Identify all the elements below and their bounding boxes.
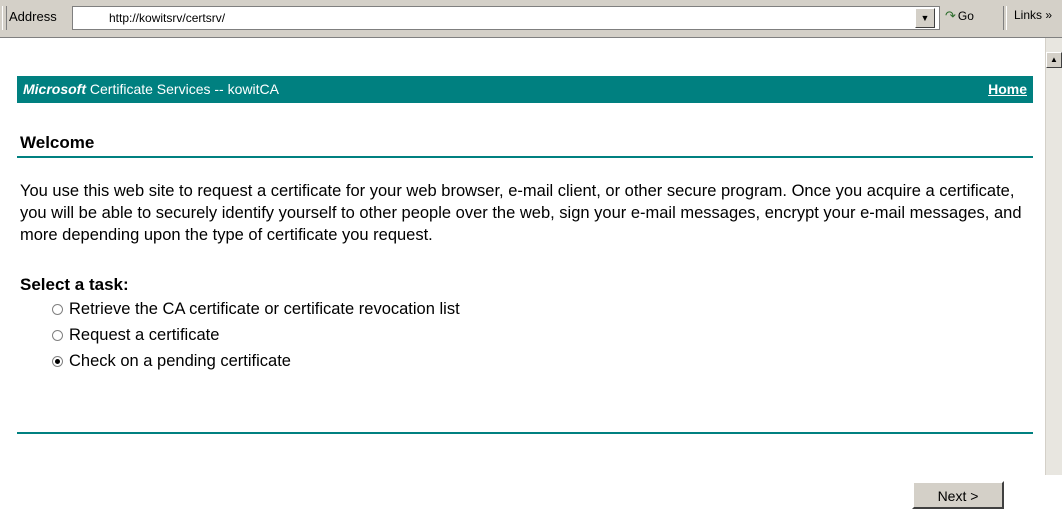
banner-title: Microsoft Certificate Services -- kowitC… [23,81,279,97]
go-label: Go [957,9,974,23]
option-check-pending[interactable]: Check on a pending certificate [52,348,460,374]
option-label[interactable]: Request a certificate [69,326,219,345]
option-label[interactable]: Check on a pending certificate [69,352,291,371]
address-dropdown-icon[interactable]: ▼ [915,8,935,28]
footer-divider [17,432,1033,434]
heading-divider [17,156,1033,158]
address-label: Address [9,9,57,24]
brand-name: Microsoft [23,81,86,97]
option-request-certificate[interactable]: Request a certificate [52,322,460,348]
toolbar-separator [1003,6,1007,30]
task-label: Select a task: [20,275,129,294]
intro-paragraph: You use this web site to request a certi… [20,182,1022,244]
links-button[interactable]: Links » [1014,8,1052,22]
go-arrow-icon: ↷ [945,8,956,23]
scroll-up-icon[interactable]: ▲ [1046,52,1062,68]
radio-button[interactable] [52,329,63,341]
task-options: Retrieve the CA certificate or certifica… [52,296,460,374]
address-toolbar: Address http://kowitsrv/certsrv/ ▼ ↷ Go L… [0,0,1062,38]
home-link[interactable]: Home [988,81,1027,97]
vertical-scrollbar[interactable]: ▲ [1045,38,1062,475]
page-title: Welcome [20,133,95,152]
option-retrieve-ca[interactable]: Retrieve the CA certificate or certifica… [52,296,460,322]
header-banner: Microsoft Certificate Services -- kowitC… [17,76,1033,103]
go-button[interactable]: ↷ Go [945,8,974,24]
option-label[interactable]: Retrieve the CA certificate or certifica… [69,300,460,319]
next-button[interactable]: Next > [912,481,1004,509]
toolbar-grip[interactable] [2,6,7,30]
radio-button[interactable] [52,303,63,315]
radio-button-selected[interactable] [52,355,63,367]
address-url[interactable]: http://kowitsrv/certsrv/ [109,11,225,25]
links-chevron-icon: » [1045,8,1053,22]
links-label: Links [1014,8,1043,22]
service-title: Certificate Services -- kowitCA [86,81,279,97]
address-bar[interactable]: http://kowitsrv/certsrv/ ▼ [72,6,940,30]
